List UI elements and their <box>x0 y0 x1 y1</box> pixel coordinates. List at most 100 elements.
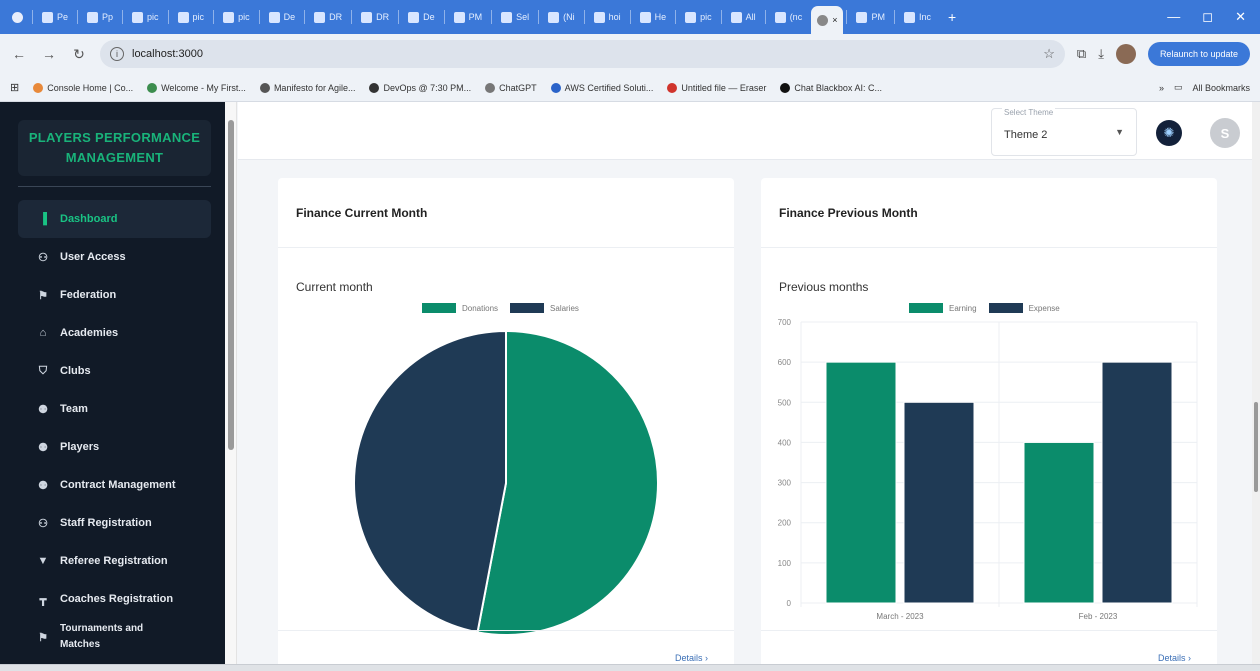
address-bar[interactable]: i localhost:3000 ☆ <box>100 40 1065 68</box>
tab-label[interactable]: pic <box>193 12 205 22</box>
details-link[interactable]: Details › <box>675 653 708 663</box>
browser-tab[interactable]: Sel <box>495 5 535 29</box>
sidebar-item-coaches-registration[interactable]: ┳ Coaches Registration <box>18 580 211 618</box>
maximize-icon[interactable]: ◻ <box>1202 9 1213 25</box>
tab-label[interactable]: Inc <box>919 12 931 22</box>
browser-tab[interactable]: De <box>402 5 441 29</box>
bookmark-item[interactable]: Console Home | Co... <box>33 82 133 93</box>
sidebar-item-referee-registration[interactable]: ▼ Referee Registration <box>18 542 211 580</box>
pie-slice-salaries[interactable] <box>353 329 507 634</box>
browser-tab[interactable]: PM <box>850 5 891 29</box>
back-icon[interactable]: ← <box>10 46 28 62</box>
tab-label[interactable]: He <box>655 12 667 22</box>
sidebar-item-academies[interactable]: ⌂ Academies <box>18 314 211 352</box>
profile-avatar[interactable] <box>1115 44 1136 64</box>
bookmark-label[interactable]: DevOps @ 7:30 PM... <box>383 83 471 93</box>
browser-tab[interactable]: hoi <box>588 5 627 29</box>
browser-tab[interactable]: (Ni <box>542 5 581 29</box>
bookmark-item[interactable]: DevOps @ 7:30 PM... <box>369 82 471 93</box>
legend-label-donations[interactable]: Donations <box>462 304 498 313</box>
bookmark-item[interactable]: Welcome - My First... <box>147 82 246 93</box>
details-link[interactable]: Details › <box>1158 653 1191 663</box>
sidebar-item-tournaments-and-matches[interactable]: ⚑ Tournaments and Matches <box>18 618 211 656</box>
active-browser-tab[interactable]: × <box>811 6 844 34</box>
bookmark-item[interactable]: ChatGPT <box>485 82 537 93</box>
browser-tab[interactable]: pic <box>679 5 718 29</box>
tab-label[interactable]: PM <box>469 12 483 22</box>
tab-label[interactable]: hoi <box>609 12 621 22</box>
chrome-menu-icon[interactable] <box>6 5 29 29</box>
relaunch-button[interactable]: Relaunch to update <box>1147 42 1250 66</box>
bookmark-label[interactable]: AWS Certified Soluti... <box>565 83 654 93</box>
browser-tab[interactable]: He <box>634 5 673 29</box>
sidebar-item-user-access[interactable]: ⚇ User Access <box>18 238 211 276</box>
tab-label[interactable]: DR <box>376 12 389 22</box>
sidebar-item-clubs[interactable]: ⛉ Clubs <box>18 352 211 390</box>
bookmark-item[interactable]: Untitled file — Eraser <box>667 82 766 93</box>
bookmark-item[interactable]: Manifesto for Agile... <box>259 82 356 93</box>
bookmark-label[interactable]: ChatGPT <box>499 83 537 93</box>
horizontal-scrollbar[interactable] <box>0 664 1260 671</box>
tab-label[interactable]: (nc <box>790 12 803 22</box>
tab-label[interactable]: Pp <box>102 12 113 22</box>
extensions-icon[interactable]: ⧉ <box>1077 46 1086 62</box>
tab-label[interactable]: pic <box>700 12 712 22</box>
main-scrollbar[interactable] <box>1252 102 1260 671</box>
bookmark-star-icon[interactable]: ☆ <box>1043 46 1055 62</box>
tab-label[interactable]: De <box>423 12 435 22</box>
sidebar-item-staff-registration[interactable]: ⚇ Staff Registration <box>18 504 211 542</box>
bookmark-label[interactable]: Untitled file — Eraser <box>681 83 766 93</box>
browser-tab[interactable]: pic <box>172 5 211 29</box>
tab-label[interactable]: De <box>284 12 296 22</box>
apps-grid-icon[interactable]: ⊞ <box>10 81 19 94</box>
tab-label[interactable]: pic <box>147 12 159 22</box>
tab-label[interactable]: PM <box>871 12 885 22</box>
close-tab-icon[interactable]: × <box>832 15 837 25</box>
browser-tab[interactable]: Inc <box>898 5 937 29</box>
browser-tab[interactable]: PM <box>448 5 489 29</box>
browser-tab[interactable]: (nc <box>769 5 809 29</box>
chevron-right-icon[interactable]: » <box>1159 83 1164 93</box>
legend-swatch-salaries[interactable] <box>510 303 545 313</box>
new-tab-button[interactable]: + <box>940 9 964 25</box>
browser-tab[interactable]: DR <box>308 5 348 29</box>
tab-label[interactable]: pic <box>238 12 250 22</box>
legend-swatch-donations[interactable] <box>422 303 456 313</box>
theme-toggle-icon[interactable]: ✺ <box>1156 120 1182 146</box>
legend-label-earning[interactable]: Earning <box>949 304 977 313</box>
sidebar-item-federation[interactable]: ⚑ Federation <box>18 276 211 314</box>
main-scroll-thumb[interactable] <box>1254 402 1258 492</box>
browser-tab[interactable]: Pp <box>81 5 119 29</box>
sidebar-item-team[interactable]: ⚉ Team <box>18 390 211 428</box>
bookmark-item[interactable]: Chat Blackbox AI: C... <box>780 82 882 93</box>
bookmark-label[interactable]: Console Home | Co... <box>47 83 133 93</box>
user-avatar[interactable]: S <box>1210 118 1240 148</box>
close-window-icon[interactable]: ✕ <box>1235 9 1246 25</box>
sidebar-item-players[interactable]: ⚉ Players <box>18 428 211 466</box>
browser-tab[interactable]: pic <box>217 5 256 29</box>
site-info-icon[interactable]: i <box>110 47 124 61</box>
bookmark-item[interactable]: AWS Certified Soluti... <box>550 82 654 93</box>
download-icon[interactable]: ⤓ <box>1098 46 1104 62</box>
browser-tab[interactable]: DR <box>355 5 395 29</box>
sidebar-item-contract-management[interactable]: ⚉ Contract Management <box>18 466 211 504</box>
bar-expense-1[interactable] <box>1101 361 1173 604</box>
browser-tab[interactable]: All <box>725 5 762 29</box>
caret-down-icon[interactable]: ▼ <box>1115 127 1124 137</box>
reload-icon[interactable]: ↻ <box>70 46 88 63</box>
url-text[interactable]: localhost:3000 <box>132 48 203 60</box>
tab-label[interactable]: Pe <box>57 12 68 22</box>
sidebar-item-dashboard[interactable]: ▐ Dashboard <box>18 200 211 238</box>
all-bookmarks-link[interactable]: All Bookmarks <box>1192 83 1250 93</box>
sidebar-scroll-thumb[interactable] <box>228 120 234 450</box>
tab-label[interactable]: DR <box>329 12 342 22</box>
bar-earning-1[interactable] <box>1023 441 1095 604</box>
bookmark-label[interactable]: Manifesto for Agile... <box>274 83 356 93</box>
legend-swatch-earning[interactable] <box>909 303 943 313</box>
minimize-icon[interactable]: — <box>1167 9 1180 25</box>
forward-icon[interactable]: → <box>40 46 58 62</box>
legend-swatch-expense[interactable] <box>988 303 1023 313</box>
bookmark-label[interactable]: Welcome - My First... <box>161 83 246 93</box>
legend-label-expense[interactable]: Expense <box>1029 304 1060 313</box>
browser-tab[interactable]: Pe <box>36 5 74 29</box>
